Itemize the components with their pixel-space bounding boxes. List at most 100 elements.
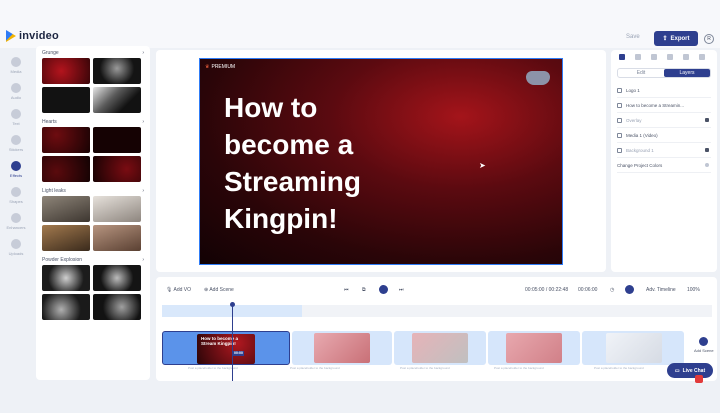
- gamepad-icon[interactable]: [526, 71, 550, 85]
- effect-thumb[interactable]: [93, 58, 141, 84]
- panel-tabs: Edit Layers: [617, 68, 711, 78]
- nav-item-uploads[interactable]: Uploads: [0, 234, 32, 260]
- scene-clip[interactable]: [394, 331, 486, 365]
- lock-icon[interactable]: [705, 118, 709, 122]
- nav-item-audio[interactable]: Audio: [0, 78, 32, 104]
- nav-label: Enhancers: [6, 224, 26, 230]
- scene-clip[interactable]: [292, 331, 392, 365]
- add-scene-label: Add Scene: [209, 287, 234, 293]
- audio-icon: [11, 82, 21, 93]
- effect-group-header[interactable]: Grunge ›: [40, 48, 146, 58]
- layer-label: Logo 1: [626, 87, 640, 93]
- layer-item[interactable]: Logo 1: [617, 83, 711, 98]
- effects-icon: [11, 160, 21, 171]
- plus-circle-icon: ⊕: [204, 287, 209, 293]
- export-button[interactable]: ⇪ Export: [654, 31, 698, 46]
- image-icon: [617, 87, 622, 93]
- lock-icon[interactable]: [705, 148, 709, 152]
- nav-item-effects[interactable]: Effects: [0, 156, 32, 182]
- skip-forward-icon[interactable]: ⏭: [399, 287, 404, 293]
- effect-thumb[interactable]: [93, 87, 141, 113]
- layer-item[interactable]: Change Project Colors: [617, 158, 711, 173]
- layer-label: Background 1: [626, 147, 654, 153]
- scene-clip[interactable]: How to become a Stream Kingpin! 00:00: [162, 331, 290, 365]
- nav-item-text[interactable]: Text: [0, 104, 32, 130]
- delete-icon[interactable]: [651, 53, 657, 60]
- nav-label: Uploads: [8, 250, 24, 256]
- play-button[interactable]: [379, 285, 388, 294]
- timer-icon[interactable]: ◷: [610, 287, 614, 293]
- effect-group-header[interactable]: Light leaks ›: [40, 186, 146, 196]
- duplicate-icon[interactable]: [635, 53, 641, 60]
- effect-thumb[interactable]: [93, 294, 141, 320]
- effect-group-title: Grunge: [42, 50, 59, 56]
- timeline-toolbar: 🎙 Add VO ⊕ Add Scene ⏮ ⧉ ⏭ 00:05:00 / 00…: [156, 277, 717, 303]
- save-button[interactable]: Save: [626, 34, 640, 40]
- preview-play-icon[interactable]: [625, 285, 634, 294]
- scene-clip[interactable]: [582, 331, 684, 365]
- enhancers-icon: [11, 212, 21, 223]
- chevron-right-icon: ›: [142, 119, 144, 125]
- video-canvas[interactable]: ♛ PREMIUM How to become a Streaming King…: [199, 58, 563, 265]
- skip-back-icon[interactable]: ⏮: [344, 287, 349, 293]
- text-icon: [617, 102, 622, 108]
- nav-item-shapes[interactable]: Shapes: [0, 182, 32, 208]
- layer-item[interactable]: How to become a Streamin...: [617, 98, 711, 113]
- avatar[interactable]: R: [704, 34, 714, 44]
- effect-thumb[interactable]: [93, 225, 141, 251]
- effect-thumb[interactable]: [42, 58, 90, 84]
- layer-item[interactable]: Media 1 (Video): [617, 128, 711, 143]
- copy-icon[interactable]: ⧉: [362, 287, 366, 293]
- scene-clip[interactable]: [488, 331, 580, 365]
- effect-thumb[interactable]: [42, 265, 90, 291]
- effect-thumb[interactable]: [42, 225, 90, 251]
- app-name: invideo: [19, 30, 59, 42]
- duration-readout[interactable]: 00:06:00: [578, 287, 597, 293]
- live-chat-button[interactable]: ▭ Live Chat: [667, 363, 713, 378]
- effect-thumb[interactable]: [93, 156, 141, 182]
- effect-thumb[interactable]: [42, 156, 90, 182]
- layers-tool-icon[interactable]: [619, 53, 625, 60]
- nav-label: Text: [12, 120, 20, 126]
- effect-thumb[interactable]: [93, 196, 141, 222]
- zoom-level[interactable]: 100%: [687, 287, 700, 293]
- chevron-right-icon: ›: [142, 50, 144, 56]
- effect-thumb[interactable]: [93, 265, 141, 291]
- effect-group-title: Hearts: [42, 119, 57, 125]
- layer-item[interactable]: Background 1: [617, 143, 711, 158]
- effect-group-grunge: Grunge ›: [40, 48, 146, 113]
- settings-icon[interactable]: [699, 53, 705, 60]
- tab-edit[interactable]: Edit: [618, 69, 664, 77]
- adv-timeline-toggle[interactable]: Adv. Timeline: [646, 287, 676, 293]
- effect-group-header[interactable]: Hearts ›: [40, 117, 146, 127]
- nav-item-stickers[interactable]: Stickers: [0, 130, 32, 156]
- effect-thumb[interactable]: [42, 87, 90, 113]
- layer-label: Overlay: [626, 117, 642, 123]
- effects-panel: Grunge › Hearts › Light leaks › Powder Expl…: [36, 46, 150, 380]
- app-logo[interactable]: invideo: [6, 30, 59, 42]
- layer-item[interactable]: Overlay: [617, 113, 711, 128]
- playhead-handle[interactable]: [230, 302, 235, 307]
- nav-item-media[interactable]: Media: [0, 52, 32, 78]
- tab-layers[interactable]: Layers: [664, 69, 710, 77]
- layer-label: Media 1 (Video): [626, 132, 658, 138]
- palette-icon: [705, 163, 709, 167]
- timecode: 00:05:00 / 00:22:48: [525, 287, 569, 293]
- add-scene-end-button[interactable]: Add Scene: [694, 337, 714, 353]
- nav-item-enhancers[interactable]: Enhancers: [0, 208, 32, 234]
- time-ruler[interactable]: [162, 305, 712, 317]
- effect-thumb[interactable]: [42, 127, 90, 153]
- playhead[interactable]: [232, 303, 233, 381]
- effect-group-title: Light leaks: [42, 188, 66, 194]
- effect-thumb[interactable]: [93, 127, 141, 153]
- effect-thumb[interactable]: [42, 196, 90, 222]
- add-scene-button[interactable]: ⊕ Add Scene: [204, 287, 234, 293]
- layer-toolbar: [611, 50, 717, 63]
- undo-icon[interactable]: [667, 53, 673, 60]
- add-vo-button[interactable]: 🎙 Add VO: [166, 287, 191, 293]
- effect-group-header[interactable]: Powder Explosion ›: [40, 255, 146, 265]
- effect-thumb[interactable]: [42, 294, 90, 320]
- redo-icon[interactable]: [683, 53, 689, 60]
- video-headline[interactable]: How to become a Streaming Kingpin!: [224, 89, 424, 237]
- video-icon: [617, 132, 622, 138]
